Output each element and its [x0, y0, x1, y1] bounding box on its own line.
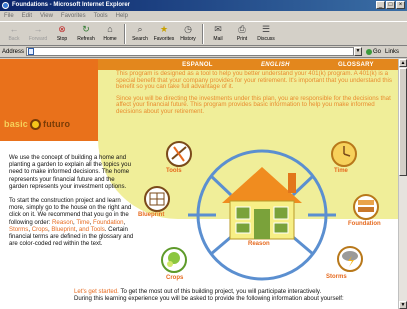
address-label: Address	[2, 48, 25, 55]
stop-icon: ⊗	[58, 24, 66, 34]
page-icon	[28, 48, 34, 55]
forward-button[interactable]: → Forward	[26, 22, 50, 46]
search-button[interactable]: ⌕ Search	[128, 22, 152, 46]
links-button[interactable]: Links	[385, 49, 399, 55]
history-button[interactable]: ◷ History	[176, 22, 200, 46]
term-reason[interactable]: Reason	[52, 219, 73, 226]
refresh-icon: ↻	[82, 24, 90, 34]
maximize-button[interactable]: □	[386, 1, 395, 9]
foundation-icon[interactable]	[353, 194, 379, 220]
toolbar: ← Back → Forward ⊗ Stop ↻ Refresh ⌂ Home ⌕ Sea…	[0, 21, 407, 46]
language-bar: ESPANOL ENGLISH GLOSSARY	[98, 59, 398, 70]
foundation-label[interactable]: Foundation	[348, 221, 381, 227]
storms-icon[interactable]	[337, 246, 363, 272]
term-time[interactable]: Time	[76, 219, 89, 226]
blueprint-icon[interactable]	[144, 186, 170, 212]
storms-label[interactable]: Storms	[326, 274, 347, 280]
refresh-button[interactable]: ↻ Refresh	[74, 22, 98, 46]
menu-favorites[interactable]: Favorites	[61, 13, 86, 19]
forward-arrow-icon: →	[33, 24, 43, 34]
intro-text: This program is designed as a tool to he…	[116, 70, 398, 121]
mail-icon: ✉	[214, 24, 222, 34]
term-foundation[interactable]: Foundation	[93, 219, 124, 226]
diagram-graphic	[144, 141, 379, 281]
home-icon: ⌂	[107, 24, 113, 34]
term-tools[interactable]: and Tools	[79, 226, 105, 233]
page-content: ESPANOL ENGLISH GLOSSARY basic futuro Th…	[0, 59, 398, 309]
go-button[interactable]: Go	[366, 48, 381, 55]
time-icon[interactable]	[331, 141, 357, 167]
toolbar-separator	[124, 24, 126, 44]
crops-icon[interactable]	[161, 247, 187, 273]
history-icon: ◷	[184, 24, 192, 34]
toolbar-separator	[202, 24, 204, 44]
menu-tools[interactable]: Tools	[94, 13, 108, 19]
header-band: ESPANOL ENGLISH GLOSSARY basic futuro Th…	[0, 59, 398, 219]
sun-icon	[30, 118, 42, 130]
get-started-lead: Let's get started.	[74, 288, 119, 295]
instructions-text: We use the concept of building a home an…	[9, 154, 135, 254]
concept-paragraph: We use the concept of building a home an…	[9, 154, 131, 190]
stop-button[interactable]: ⊗ Stop	[50, 22, 74, 46]
favorites-icon: ★	[159, 24, 169, 34]
scroll-down-button[interactable]: ▼	[399, 301, 407, 309]
house-diagram: Tools Time Blueprint Foundation Reason C…	[136, 137, 396, 291]
address-dropdown-button[interactable]: ▼	[354, 47, 362, 56]
intro-paragraph-1: This program is designed as a tool to he…	[116, 70, 392, 91]
menu-file[interactable]: File	[4, 13, 14, 19]
search-icon: ⌕	[137, 24, 143, 34]
get-started-text: Let's get started. To get the most out o…	[74, 288, 344, 302]
term-blueprint[interactable]: Blueprint	[51, 226, 75, 233]
intro-paragraph-2: Since you will be directing the investme…	[116, 94, 391, 115]
ie-logo-icon	[2, 2, 9, 9]
term-crops[interactable]: Crops	[32, 226, 48, 233]
menu-help[interactable]: Help	[116, 13, 128, 19]
print-icon: ⎙	[238, 24, 246, 34]
scroll-up-button[interactable]: ▲	[399, 59, 407, 67]
blueprint-label[interactable]: Blueprint	[138, 212, 164, 218]
minimize-button[interactable]: _	[376, 1, 385, 9]
window-controls: _ □ ×	[376, 1, 405, 9]
title-bar: Foundations - Microsoft Internet Explore…	[0, 0, 407, 11]
favorites-button[interactable]: ★ Favorites	[152, 22, 176, 46]
go-arrow-icon	[366, 48, 372, 55]
term-storms[interactable]: Storms	[9, 226, 28, 233]
espanol-link[interactable]: ESPANOL	[182, 62, 213, 68]
print-button[interactable]: ⎙ Print	[230, 22, 254, 46]
crops-label[interactable]: Crops	[166, 275, 183, 281]
tools-label[interactable]: Tools	[166, 168, 182, 174]
logo: basic futuro	[4, 118, 71, 130]
glossary-link[interactable]: GLOSSARY	[338, 62, 374, 68]
browser-window: Foundations - Microsoft Internet Explore…	[0, 0, 407, 309]
mail-button[interactable]: ✉ Mail	[206, 22, 230, 46]
discuss-icon: ☰	[261, 24, 271, 34]
house-button[interactable]	[222, 167, 302, 240]
back-button[interactable]: ← Back	[2, 22, 26, 46]
english-link[interactable]: ENGLISH	[261, 62, 290, 68]
window-title: Foundations - Microsoft Internet Explore…	[12, 2, 131, 8]
home-button[interactable]: ⌂ Home	[98, 22, 122, 46]
start-paragraph: To start the construction project and le…	[9, 197, 134, 248]
tools-icon[interactable]	[166, 141, 192, 167]
close-button[interactable]: ×	[396, 1, 405, 9]
back-arrow-icon: ←	[9, 24, 19, 34]
address-bar: Address ▼ Go Links	[0, 46, 407, 58]
menu-view[interactable]: View	[40, 13, 53, 19]
menu-edit[interactable]: Edit	[22, 13, 32, 19]
address-input[interactable]	[26, 47, 354, 56]
vertical-scrollbar[interactable]: ▲ ▼	[398, 59, 407, 309]
reason-label[interactable]: Reason	[248, 241, 270, 247]
scroll-thumb[interactable]	[399, 68, 407, 176]
discuss-button[interactable]: ☰ Discuss	[254, 22, 278, 46]
time-label[interactable]: Time	[334, 168, 348, 174]
menu-bar: File Edit View Favorites Tools Help	[0, 11, 407, 21]
